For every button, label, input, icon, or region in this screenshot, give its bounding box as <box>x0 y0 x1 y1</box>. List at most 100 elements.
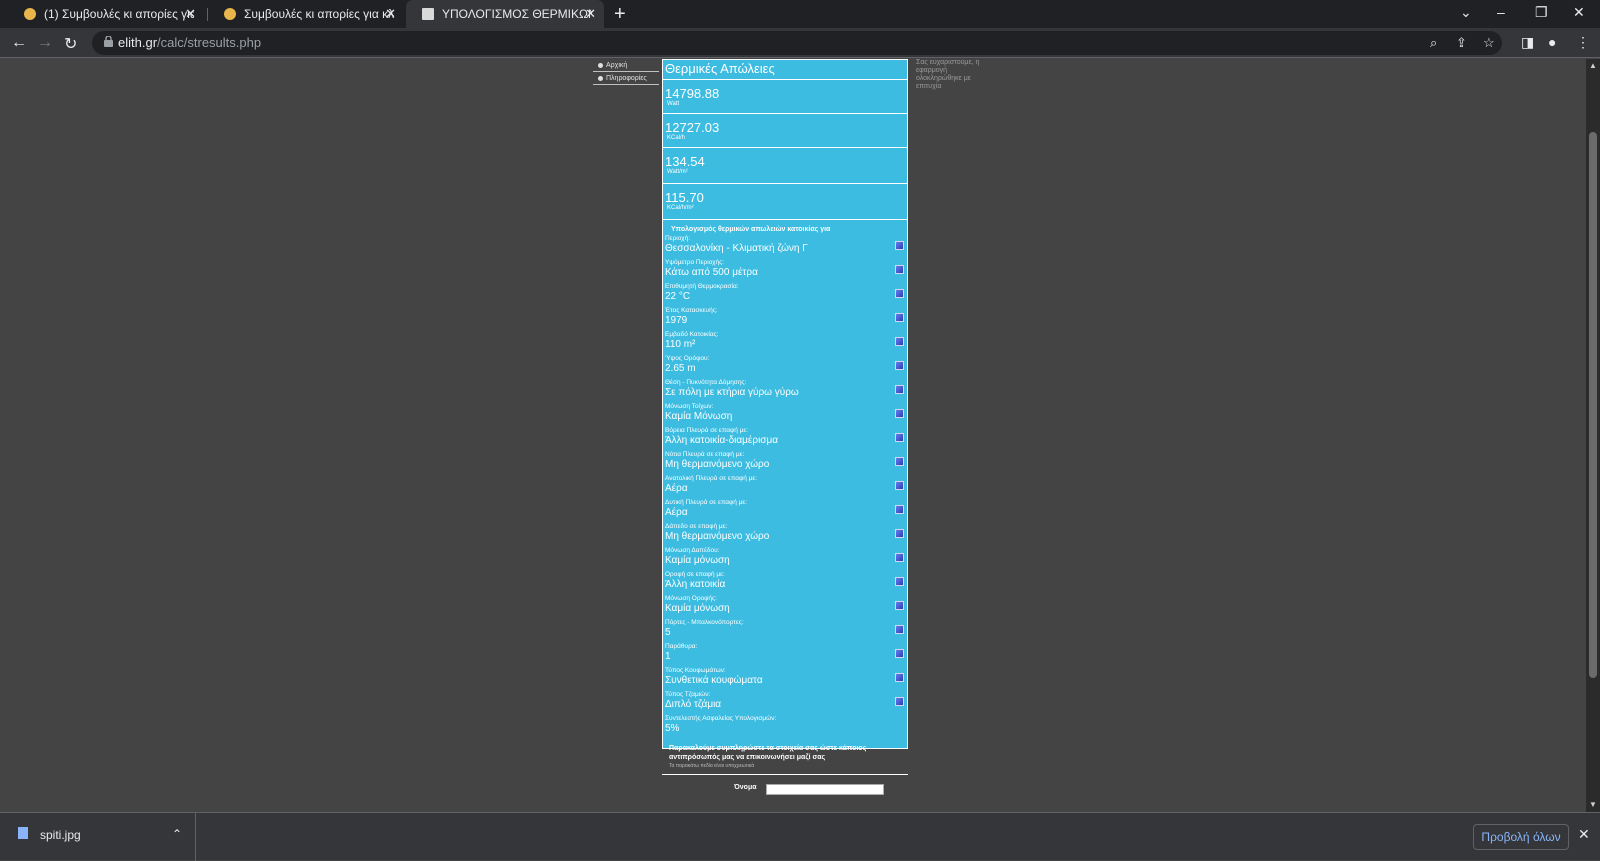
show-all-button[interactable]: Προβολή όλων <box>1473 824 1569 850</box>
field-label: Τύπος Τζαμιών: <box>665 691 711 698</box>
tab-2[interactable]: Συμβουλές κι απορίες για κλιματ ✕ <box>208 0 404 28</box>
back-icon[interactable]: ← <box>11 34 27 52</box>
edit-icon[interactable] <box>895 481 904 490</box>
edit-icon[interactable] <box>895 625 904 634</box>
edit-icon[interactable] <box>895 577 904 586</box>
share-icon[interactable]: ⇪ <box>1456 35 1467 51</box>
field-row: Μόνωση Δαπέδου: Καμία μόνωση <box>663 547 907 571</box>
calc-title: Υπολογισμός θερμικών απωλειών κατοικίας … <box>671 226 831 233</box>
minimize-icon[interactable]: – <box>1497 4 1505 20</box>
close-tab-icon[interactable]: ✕ <box>385 6 396 22</box>
edit-icon[interactable] <box>895 313 904 322</box>
edit-icon[interactable] <box>895 649 904 658</box>
menu-kebab-icon[interactable]: ⋮ <box>1576 34 1590 51</box>
field-row: Οροφή σε επαφή με: Άλλη κατοικία <box>663 571 907 595</box>
edit-icon[interactable] <box>895 529 904 538</box>
nav-item-home[interactable]: Αρχική <box>593 59 659 72</box>
thank-you-note: Σας ευχαριστούμε, η εφαρμογή ολοκληρώθηκ… <box>916 59 980 90</box>
restore-icon[interactable]: ❐ <box>1535 4 1548 21</box>
edit-icon[interactable] <box>895 361 904 370</box>
close-tab-icon[interactable]: ✕ <box>585 6 596 22</box>
field-row: Παράθυρα: 1 <box>663 643 907 667</box>
field-value: Καμία μόνωση <box>665 603 730 614</box>
edit-icon[interactable] <box>895 289 904 298</box>
tab-3-active[interactable]: ΥΠΟΛΟΓΙΣΜΟΣ ΘΕΡΜΙΚΩΝ ΑΠΩΛ ✕ <box>406 0 604 28</box>
file-icon <box>18 827 28 839</box>
result-value: 134.54 <box>665 154 705 169</box>
chevron-up-icon[interactable]: ⌃ <box>172 827 182 841</box>
field-value: 1 <box>665 651 671 662</box>
field-label: Πόρτες - Μπαλκονόπορτες: <box>665 619 744 626</box>
nav-item-label: Πληροφορίες <box>606 74 647 82</box>
field-row: Βόρεια Πλευρά σε επαφή με: Άλλη κατοικία-… <box>663 427 907 451</box>
field-row: Ανατολική Πλευρά σε επαφή με: Αέρα <box>663 475 907 499</box>
edit-icon[interactable] <box>895 697 904 706</box>
field-value: Καμία Μόνωση <box>665 411 733 422</box>
edit-icon[interactable] <box>895 265 904 274</box>
nav-item-info[interactable]: Πληροφορίες <box>593 72 659 85</box>
field-row: Πόρτες - Μπαλκονόπορτες: 5 <box>663 619 907 643</box>
scroll-up-icon[interactable]: ▲ <box>1589 61 1597 70</box>
edit-icon[interactable] <box>895 457 904 466</box>
result-watt: 14798.88 Watt <box>663 80 907 114</box>
close-window-icon[interactable]: ✕ <box>1573 4 1585 21</box>
field-value: 5% <box>665 723 680 734</box>
download-filename: spiti.jpg <box>40 828 81 842</box>
field-label: Υψόμετρο Περιοχής: <box>665 259 725 266</box>
field-value: Κάτω από 500 μέτρα <box>665 267 758 278</box>
scroll-down-icon[interactable]: ▼ <box>1589 800 1597 809</box>
field-label: Περιοχή: <box>665 235 691 242</box>
field-row: Τύπος Τζαμιών: Διπλό τζάμια <box>663 691 907 715</box>
bullet-icon <box>598 62 603 68</box>
close-tab-icon[interactable]: ✕ <box>185 6 196 22</box>
edit-icon[interactable] <box>895 673 904 682</box>
page-viewport: Αρχική Πληροφορίες Θερμικές Απώλειες 147… <box>0 59 1586 812</box>
edit-icon[interactable] <box>895 505 904 514</box>
field-value: Μη θερμαινόμενο χώρο <box>665 459 770 470</box>
field-label: Οροφή σε επαφή με: <box>665 571 725 578</box>
zoom-icon[interactable]: ⌕ <box>1430 35 1437 51</box>
edit-icon[interactable] <box>895 553 904 562</box>
field-row: Τύπος Κουφωμάτων: Συνθετικά κουφώματα <box>663 667 907 691</box>
result-value: 115.70 <box>665 190 704 205</box>
tab-1[interactable]: (1) Συμβουλές κι απορίες για κλιμ ✕ <box>8 0 204 28</box>
edit-icon[interactable] <box>895 385 904 394</box>
download-item[interactable]: spiti.jpg ⌃ <box>0 813 196 861</box>
new-tab-button[interactable]: + <box>614 3 626 26</box>
field-label: Επιθυμητή Θερμοκρασία: <box>665 283 739 290</box>
field-row: Ύψος Ορόφου: 2.65 m <box>663 355 907 379</box>
field-row: Έτος Κατασκευής: 1979 <box>663 307 907 331</box>
tab-title: (1) Συμβουλές κι απορίες για κλιμ <box>44 7 194 21</box>
field-row: Περιοχή: Θεσσαλονίκη - Κλιματική ζώνη Γ <box>663 235 907 259</box>
field-row: Δυτική Πλευρά σε επαφή με: Αέρα <box>663 499 907 523</box>
field-row: Δάπεδο σε επαφή με: Μη θερμαινόμενο χώρο <box>663 523 907 547</box>
reload-icon[interactable]: ↻ <box>64 34 77 54</box>
edit-icon[interactable] <box>895 601 904 610</box>
vertical-scrollbar[interactable]: ▲ ▼ <box>1586 59 1600 812</box>
name-input[interactable] <box>766 784 884 795</box>
bullet-icon <box>598 75 603 81</box>
result-unit: KCal/h <box>667 135 686 141</box>
edit-icon[interactable] <box>895 337 904 346</box>
address-bar[interactable]: elith.gr/calc/stresults.php ⌕ ⇪ ☆ <box>92 31 1502 55</box>
tab-search-icon[interactable]: ⌄ <box>1460 4 1472 21</box>
field-value: Αέρα <box>665 507 688 518</box>
profile-icon[interactable]: ● <box>1548 34 1556 50</box>
field-row: Εμβαδό Κατοικίας: 110 m² <box>663 331 907 355</box>
result-kcal: 12727.03 KCal/h <box>663 114 907 148</box>
field-label: Έτος Κατασκευής: <box>665 307 718 314</box>
edit-icon[interactable] <box>895 409 904 418</box>
edit-icon[interactable] <box>895 433 904 442</box>
field-label: Παράθυρα: <box>665 643 698 650</box>
forward-icon[interactable]: → <box>37 34 53 52</box>
side-panel-icon[interactable]: ◨ <box>1521 34 1534 51</box>
field-value: Καμία μόνωση <box>665 555 730 566</box>
field-value: Σε πόλη με κτήρια γύρω γύρω <box>665 387 799 398</box>
scrollbar-thumb[interactable] <box>1589 132 1597 678</box>
field-value: Διπλό τζάμια <box>665 699 722 710</box>
close-download-bar-icon[interactable]: ✕ <box>1578 826 1590 843</box>
edit-icon[interactable] <box>895 241 904 250</box>
field-value: 2.65 m <box>665 363 696 374</box>
bookmark-star-icon[interactable]: ☆ <box>1483 35 1495 51</box>
contact-section: Παρακαλούμε συμπληρώστε τα στοιχεία σας … <box>662 744 908 795</box>
